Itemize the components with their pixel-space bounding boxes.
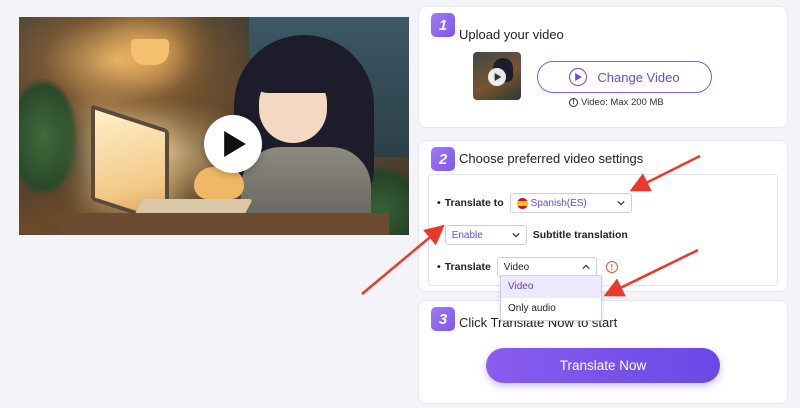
subtitle-label: Subtitle translation xyxy=(532,229,628,241)
translate-now-button[interactable]: Translate Now xyxy=(486,348,720,383)
step-title: Choose preferred video settings xyxy=(459,151,644,166)
subtitle-value: Enable xyxy=(451,229,483,241)
upload-limit-text: Video: Max 200 MB xyxy=(581,97,664,108)
chevron-up-icon xyxy=(582,264,590,270)
translate-mode-select[interactable]: Video xyxy=(496,257,597,277)
step-number-badge: 1 xyxy=(431,13,455,37)
language-select[interactable]: Spanish(ES) xyxy=(509,193,632,213)
translate-row: • Translate Video ! xyxy=(437,257,618,277)
step-title: Upload your video xyxy=(459,27,564,42)
chevron-down-icon xyxy=(617,200,625,206)
spain-flag-icon xyxy=(516,197,528,209)
translate-label: Translate xyxy=(444,261,491,273)
upload-step-card: 1 Upload your video Change Video ! Video… xyxy=(418,6,788,128)
translate-to-label: Translate to xyxy=(444,197,504,209)
translate-mode-dropdown: Video Only audio xyxy=(500,275,602,321)
preview-desk xyxy=(59,213,389,235)
upload-limit-note: ! Video: Max 200 MB xyxy=(569,97,664,108)
info-icon[interactable]: ! xyxy=(605,261,618,273)
dropdown-option-video[interactable]: Video xyxy=(501,276,601,298)
preview-girl-bangs xyxy=(251,53,341,93)
change-video-label: Change Video xyxy=(597,69,680,85)
language-value: Spanish(ES) xyxy=(530,197,587,209)
change-video-button[interactable]: Change Video xyxy=(537,61,712,93)
preview-lamp xyxy=(131,39,169,65)
thumbnail-play-icon xyxy=(488,68,506,86)
settings-panel: • Translate to Spanish(ES) • Enable Subt… xyxy=(428,174,778,286)
dropdown-option-only-audio[interactable]: Only audio xyxy=(501,298,601,320)
step-number-badge: 3 xyxy=(431,307,455,331)
play-button[interactable] xyxy=(204,115,262,173)
play-circle-icon xyxy=(569,68,588,86)
bullet: • xyxy=(437,197,441,209)
bullet: • xyxy=(437,229,441,241)
subtitle-row: • Enable Subtitle translation xyxy=(437,225,628,245)
chevron-down-icon xyxy=(512,232,520,238)
translate-to-row: • Translate to Spanish(ES) xyxy=(437,193,632,213)
play-icon xyxy=(224,131,246,157)
bullet: • xyxy=(437,261,441,273)
video-thumbnail[interactable] xyxy=(473,52,521,100)
step-number-badge: 2 xyxy=(431,147,455,171)
video-preview[interactable] xyxy=(19,17,409,235)
info-circle-icon: ! xyxy=(569,98,578,107)
preview-plant xyxy=(19,77,79,197)
subtitle-select[interactable]: Enable xyxy=(444,225,527,245)
translate-mode-value: Video xyxy=(503,261,530,273)
translate-now-label: Translate Now xyxy=(559,358,647,373)
